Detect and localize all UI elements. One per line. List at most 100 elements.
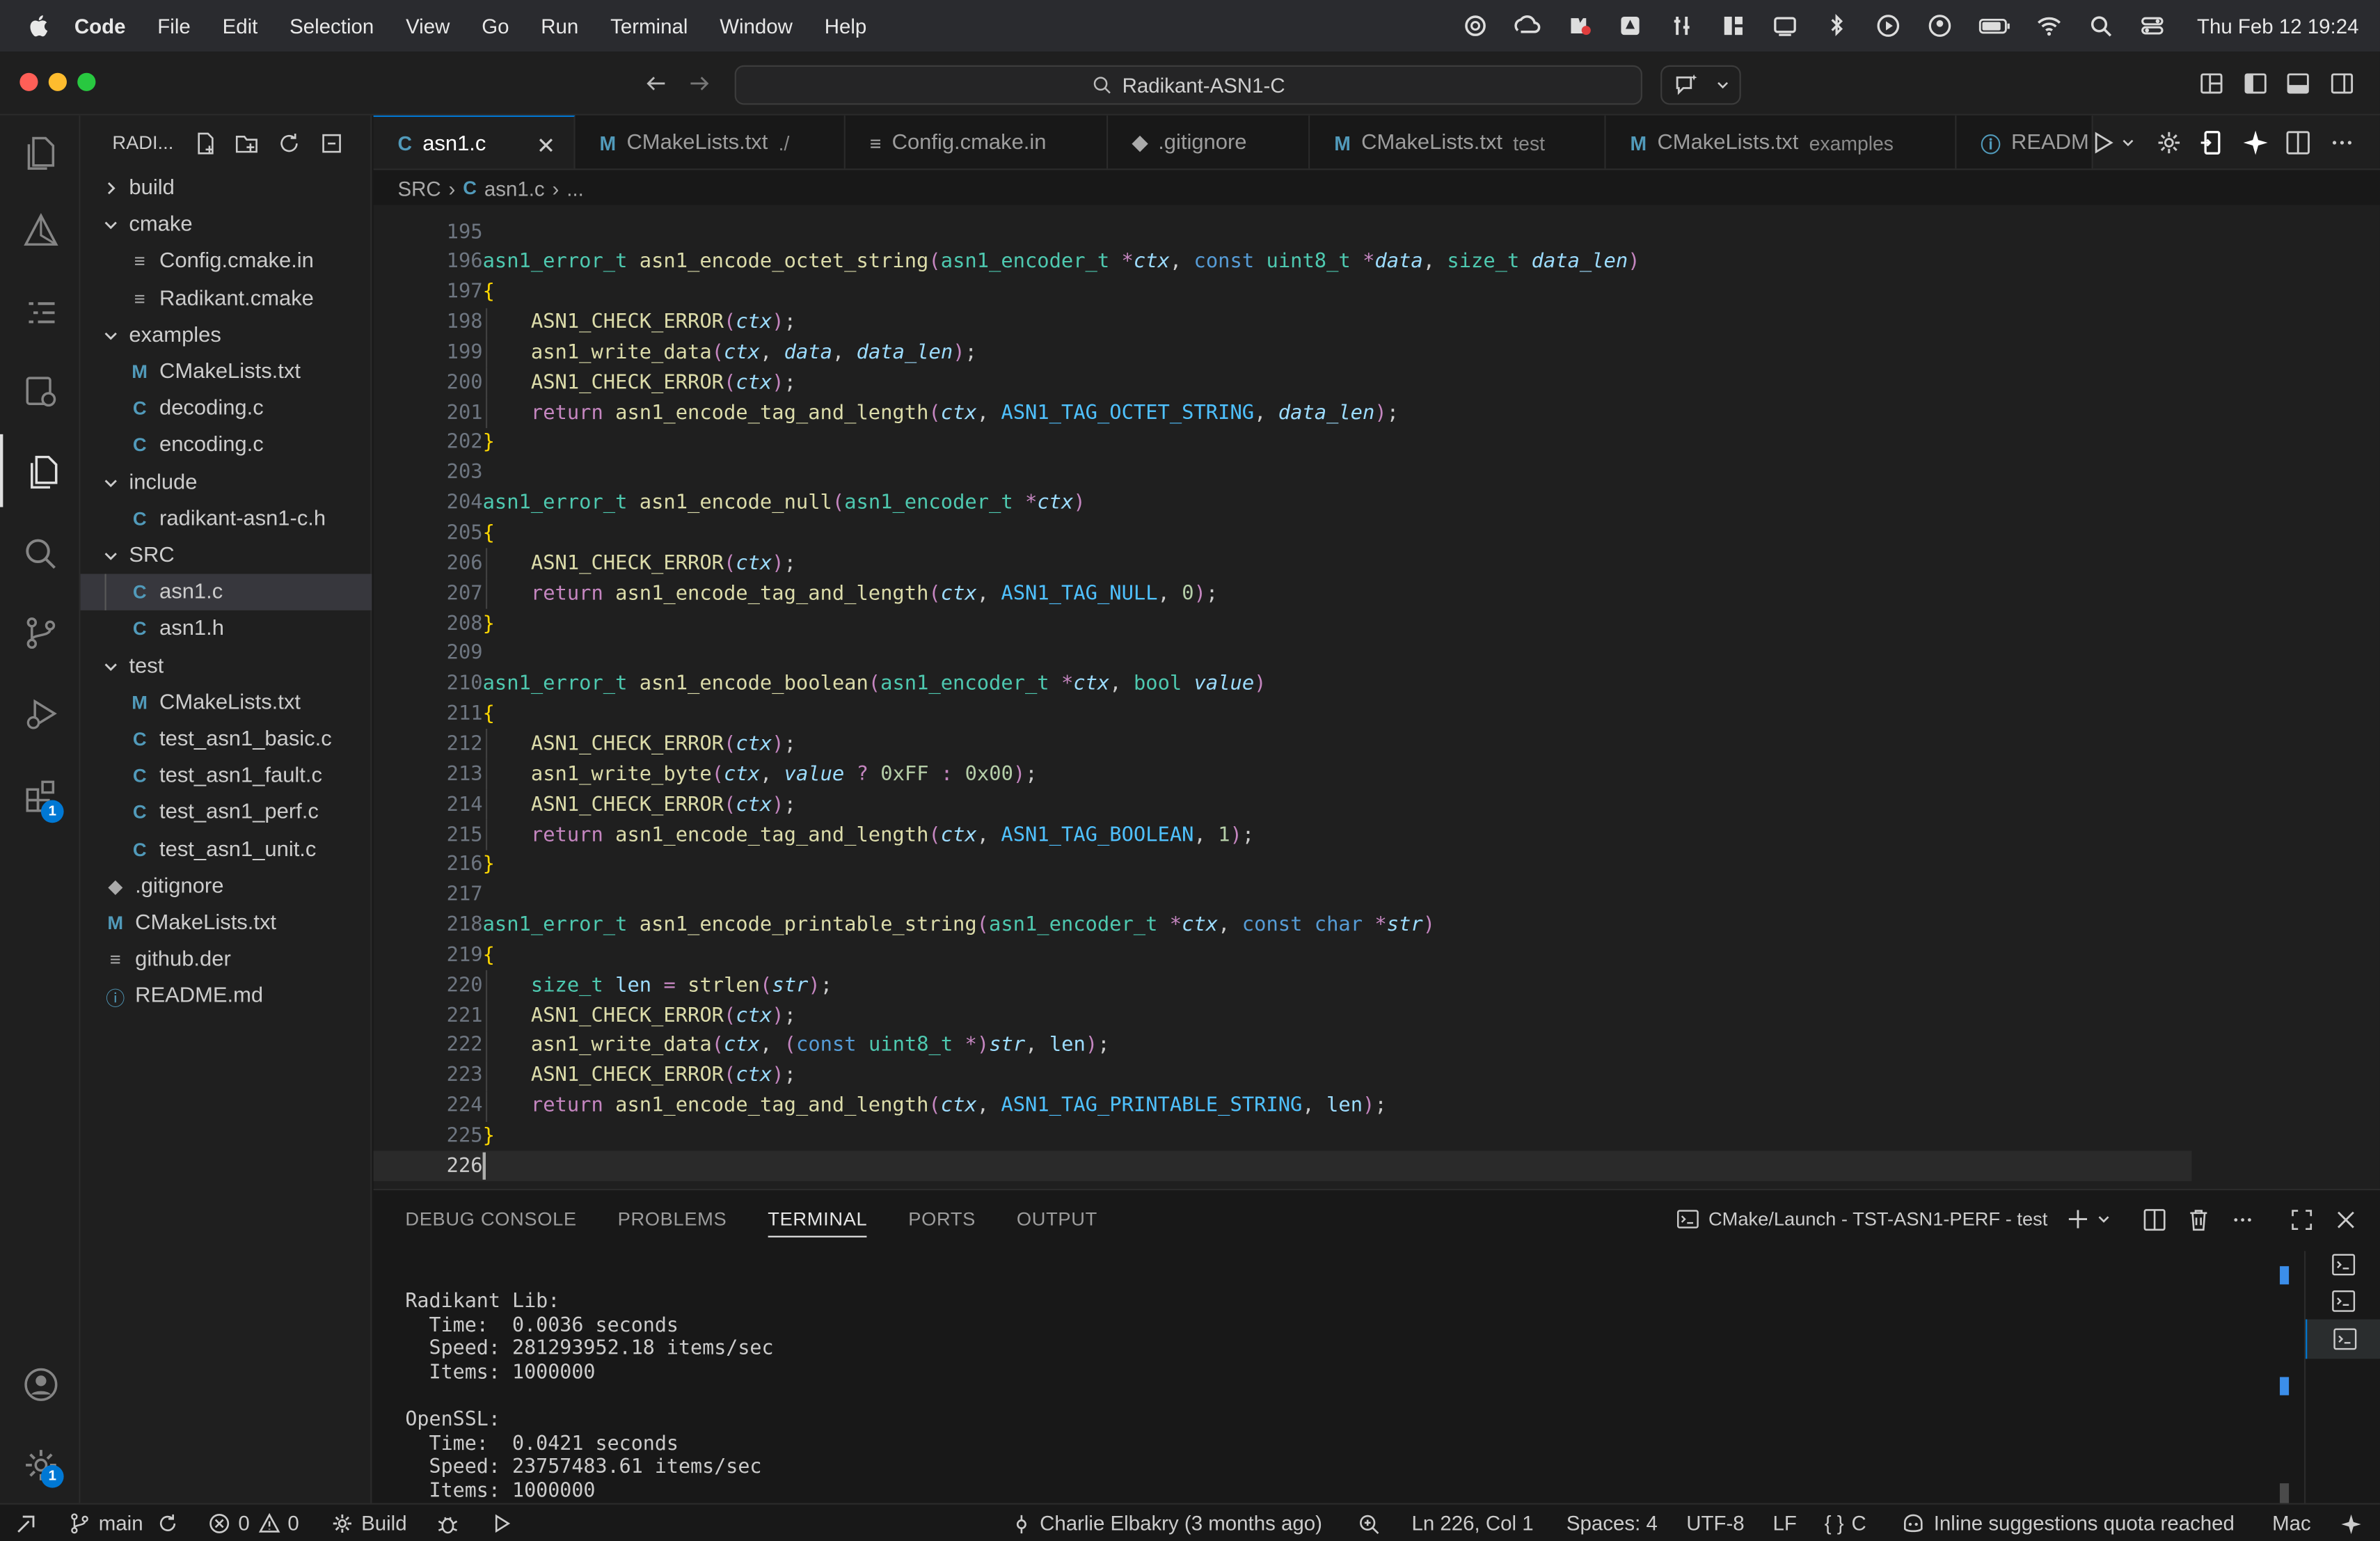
activity-accounts[interactable]: [0, 1348, 81, 1421]
battery-icon[interactable]: [1978, 12, 2012, 39]
git-blame-status[interactable]: Charlie Elbakry (3 months ago): [1011, 1505, 1322, 1541]
tree-file[interactable]: Ctest_asn1_fault.c: [81, 758, 372, 794]
apple-icon[interactable]: [26, 12, 53, 39]
copilot-status[interactable]: Inline suggestions quota reached: [1901, 1505, 2235, 1541]
close-panel-icon[interactable]: [2333, 1206, 2358, 1232]
editor-tab[interactable]: M CMakeLists.txt test: [1310, 115, 1606, 169]
toggle-primary-sidebar-icon[interactable]: [2242, 70, 2269, 97]
toggle-secondary-sidebar-icon[interactable]: [2329, 70, 2356, 97]
terminal-scrollbar-thumb[interactable]: [2280, 1483, 2290, 1505]
chevron-down-icon[interactable]: [2096, 1212, 2111, 1227]
menu-terminal[interactable]: Terminal: [610, 15, 688, 38]
tree-folder[interactable]: build: [81, 170, 372, 206]
open-changes-icon[interactable]: [2196, 127, 2227, 158]
new-terminal-plus-icon[interactable]: [2066, 1207, 2091, 1231]
tree-file[interactable]: ≡ Radikant.cmake: [81, 280, 372, 317]
tree-file[interactable]: M CMakeLists.txt: [81, 905, 372, 941]
tree-file[interactable]: Ctest_asn1_basic.c: [81, 721, 372, 757]
back-arrow-icon[interactable]: [644, 72, 668, 96]
settings-gear-icon[interactable]: [2154, 127, 2184, 158]
platform-indicator[interactable]: Mac: [2272, 1505, 2311, 1541]
tree-file[interactable]: M CMakeLists.txt: [81, 354, 372, 390]
toggle-panel-icon[interactable]: [2285, 70, 2312, 97]
tree-file[interactable]: Casn1.c: [80, 574, 372, 611]
tree-folder[interactable]: cmake: [81, 207, 372, 243]
editor-tab[interactable]: Casn1.c ✕: [373, 115, 576, 169]
minimize-window-button[interactable]: [48, 72, 67, 91]
tree-file[interactable]: ≡ github.der: [81, 942, 372, 978]
menu-selection[interactable]: Selection: [289, 15, 374, 38]
forward-arrow-icon[interactable]: [688, 72, 712, 96]
tree-file[interactable]: Cencoding.c: [81, 427, 372, 464]
tree-file[interactable]: Cradikant-asn1-c.h: [81, 500, 372, 537]
activity-explorer[interactable]: [0, 434, 81, 507]
wifi-icon[interactable]: [2036, 12, 2063, 39]
editor-tab[interactable]: ≡ Config.cmake.in: [845, 115, 1109, 169]
menu-file[interactable]: File: [157, 15, 190, 38]
zoom-window-button[interactable]: [77, 72, 96, 91]
tree-folder[interactable]: include: [81, 464, 372, 500]
editor-tab[interactable]: ◆ .gitignore: [1108, 115, 1310, 169]
menu-edit[interactable]: Edit: [223, 15, 258, 38]
tree-folder[interactable]: test: [81, 648, 372, 684]
tree-folder[interactable]: examples: [81, 317, 372, 353]
zoom-button[interactable]: [1357, 1505, 1381, 1541]
tree-file[interactable]: M CMakeLists.txt: [81, 684, 372, 720]
more-actions-icon[interactable]: [2327, 127, 2358, 158]
copilot-chat-button[interactable]: [1660, 65, 1741, 105]
activity-manage[interactable]: 1: [0, 1429, 81, 1502]
tree-folder[interactable]: SRC: [81, 537, 372, 574]
terminal-instance-active[interactable]: [2306, 1319, 2380, 1359]
user-circle-icon[interactable]: [1927, 12, 1954, 39]
panel-tab-problems[interactable]: PROBLEMS: [618, 1208, 727, 1230]
editor-tab[interactable]: M CMakeLists.txt examples: [1605, 115, 1957, 169]
cmake-build-button[interactable]: Build: [331, 1505, 407, 1541]
new-folder-icon[interactable]: [234, 131, 260, 157]
breadcrumb-folder[interactable]: SRC: [397, 177, 441, 200]
branch-status[interactable]: main: [68, 1505, 180, 1541]
activity-run-debug[interactable]: [0, 677, 81, 750]
language-mode[interactable]: { } C: [1825, 1505, 1866, 1541]
close-window-button[interactable]: [19, 72, 38, 91]
editor-tab[interactable]: ⓘ READM: [1956, 115, 2093, 169]
activity-search[interactable]: [0, 518, 81, 591]
more-actions-icon[interactable]: [2230, 1206, 2255, 1232]
menu-app[interactable]: Code: [74, 15, 126, 38]
panel-tab-terminal[interactable]: TERMINAL: [768, 1208, 868, 1238]
indentation[interactable]: Spaces: 4: [1566, 1505, 1658, 1541]
maximize-panel-icon[interactable]: [2289, 1206, 2315, 1232]
panel-tab-debug-console[interactable]: DEBUG CONSOLE: [405, 1208, 576, 1230]
tree-file[interactable]: ≡ Config.cmake.in: [81, 244, 372, 280]
breadcrumb-file[interactable]: asn1.c: [484, 177, 545, 200]
tools-icon[interactable]: [1669, 12, 1696, 39]
tree-file[interactable]: ◆ .gitignore: [81, 868, 372, 904]
editor-tab[interactable]: M CMakeLists.txt ./: [575, 115, 846, 169]
cmake-debug-button[interactable]: [436, 1505, 460, 1541]
close-tab-icon[interactable]: ✕: [537, 132, 555, 159]
menu-help[interactable]: Help: [825, 15, 867, 38]
collapse-all-icon[interactable]: [319, 131, 344, 157]
new-file-icon[interactable]: [193, 131, 219, 157]
split-editor-icon[interactable]: [2283, 127, 2313, 158]
run-file-icon[interactable]: [2087, 127, 2118, 158]
display-icon[interactable]: [1772, 12, 1799, 39]
menu-run[interactable]: Run: [541, 15, 578, 38]
chevron-down-icon[interactable]: [2120, 135, 2136, 150]
trash-icon[interactable]: [2186, 1206, 2212, 1232]
bluetooth-icon[interactable]: [1823, 12, 1850, 39]
panel-tab-ports[interactable]: PORTS: [908, 1208, 976, 1230]
activity-test[interactable]: [0, 355, 81, 428]
notification-app-icon[interactable]: [1566, 12, 1593, 39]
command-center-search[interactable]: Radikant-ASN1-C: [734, 65, 1642, 105]
control-center-icon[interactable]: [2139, 12, 2166, 39]
copilot-sparkle-button[interactable]: [2339, 1505, 2363, 1541]
terminal-instance-icon[interactable]: [2330, 1251, 2357, 1278]
activity-extensions[interactable]: 1: [0, 759, 81, 832]
terminal-output[interactable]: Radikant Lib: Time: 0.0036 seconds Speed…: [405, 1290, 773, 1503]
copilot-sparkle-icon[interactable]: [2240, 127, 2271, 158]
remote-indicator[interactable]: [15, 1505, 38, 1541]
tree-file[interactable]: ⓘ README.md: [81, 979, 372, 1015]
menu-window[interactable]: Window: [720, 15, 793, 38]
terminal-name[interactable]: CMake/Launch - TST-ASN1-PERF - test: [1708, 1208, 2047, 1230]
customize-layout-icon[interactable]: [2198, 70, 2225, 97]
